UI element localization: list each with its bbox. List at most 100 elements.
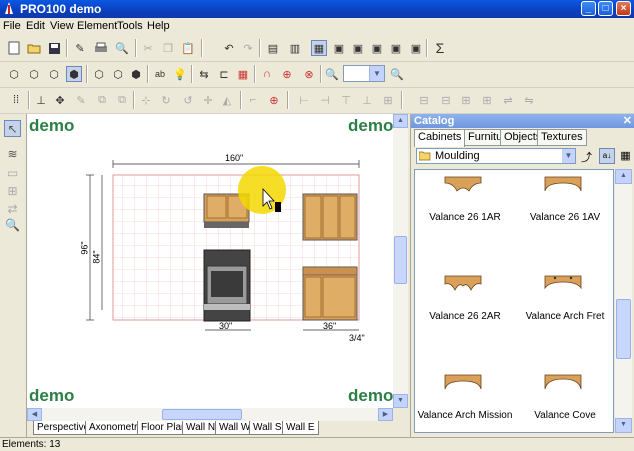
tab-textures[interactable]: Textures <box>537 129 587 146</box>
menu-tools[interactable]: Tools <box>117 20 143 32</box>
grid-icon[interactable]: ▦ <box>235 66 251 82</box>
redo-icon[interactable]: ↷ <box>240 40 256 56</box>
cube-1-icon[interactable]: ⬡ <box>6 66 22 82</box>
wall-icon[interactable]: ≋ <box>4 145 21 162</box>
light-bulb-icon[interactable]: 💡 <box>172 66 188 82</box>
mirror-icon[interactable]: ⊹ <box>138 92 154 108</box>
maximize-button[interactable]: □ <box>598 1 613 16</box>
view-horizontal-scrollbar[interactable]: ◀ ▶ <box>27 408 393 421</box>
scroll-left-icon[interactable]: ◀ <box>27 408 42 421</box>
distribute-h-icon[interactable]: ⊟ <box>416 92 432 108</box>
copy-icon[interactable]: ❐ <box>160 40 176 56</box>
texture-icon[interactable]: ab <box>152 66 168 82</box>
folder-select[interactable]: Moulding ▼ <box>416 148 576 164</box>
edit-icon[interactable]: ✎ <box>73 92 89 108</box>
menu-help[interactable]: Help <box>147 20 170 32</box>
distribute-v-icon[interactable]: ⊟ <box>438 92 454 108</box>
print-preview-icon[interactable]: 🔍 <box>114 40 130 56</box>
rectangle-icon[interactable]: ▭ <box>4 164 21 181</box>
minimize-button[interactable]: _ <box>581 1 596 16</box>
new-file-icon[interactable] <box>6 40 22 56</box>
scroll-down-icon[interactable]: ▼ <box>615 418 632 433</box>
align-top-icon[interactable]: ⊥ <box>359 92 375 108</box>
print-icon[interactable] <box>93 40 109 56</box>
crosshair-icon[interactable]: ⊕ <box>266 92 282 108</box>
cube-2-icon[interactable]: ⬡ <box>26 66 42 82</box>
layout-view-icon[interactable]: ▦ <box>311 40 327 56</box>
rotate-ccw-icon[interactable]: ↺ <box>180 92 196 108</box>
tab-wall-n[interactable]: Wall N <box>182 421 220 435</box>
space-v-icon[interactable]: ⊞ <box>479 92 495 108</box>
catalog-item[interactable]: Valance Arch Mission <box>415 368 515 432</box>
undo-icon[interactable]: ↶ <box>221 40 237 56</box>
ungroup-icon[interactable]: ⧉ <box>114 92 130 108</box>
scroll-down-icon[interactable]: ▼ <box>393 394 408 408</box>
corner-icon[interactable]: ⌐ <box>245 92 261 108</box>
view-vertical-scrollbar[interactable]: ▲ ▼ <box>393 114 408 408</box>
scroll-thumb[interactable] <box>394 236 407 284</box>
cut-icon[interactable]: ✂ <box>140 40 156 56</box>
catalog-item[interactable]: Valance 26 1AR <box>415 170 515 269</box>
move-cross-icon[interactable]: ✛ <box>200 92 216 108</box>
save-icon[interactable] <box>46 40 62 56</box>
space-h-icon[interactable]: ⊞ <box>458 92 474 108</box>
chevron-down-icon[interactable]: ▼ <box>562 149 575 163</box>
chevron-down-icon[interactable]: ▼ <box>369 66 384 81</box>
list-icon[interactable]: ▥ <box>287 40 303 56</box>
view-5-icon[interactable]: ▣ <box>388 40 404 56</box>
flip-icon[interactable]: ◭ <box>219 92 235 108</box>
magnet-icon[interactable]: ∩ <box>259 66 275 82</box>
align-bottom-icon[interactable]: ⊥ <box>33 92 49 108</box>
sum-icon[interactable]: Σ <box>432 40 448 56</box>
align-right-icon[interactable]: ⊤ <box>338 92 354 108</box>
properties-icon[interactable]: ▤ <box>265 40 281 56</box>
zoom-tool-icon[interactable]: 🔍 <box>4 216 21 233</box>
view-3-icon[interactable]: ▣ <box>350 40 366 56</box>
scroll-thumb[interactable] <box>616 299 631 359</box>
align-middle-icon[interactable]: ⊞ <box>380 92 396 108</box>
menu-element[interactable]: Element <box>77 20 117 32</box>
rotate-icon[interactable]: ↻ <box>158 92 174 108</box>
menu-view[interactable]: View <box>50 20 74 32</box>
sizing-icon[interactable]: ⊞ <box>4 182 21 199</box>
tab-wall-e[interactable]: Wall E <box>282 421 319 435</box>
catalog-item[interactable]: Valance Arch Fret <box>515 269 613 368</box>
align-left-icon[interactable]: ⊢ <box>296 92 312 108</box>
grid-view-icon[interactable]: ▦ <box>618 149 633 164</box>
sort-icon[interactable]: a↓ <box>599 148 615 164</box>
cube-7-icon[interactable]: ⬢ <box>128 66 144 82</box>
tab-cabinets[interactable]: Cabinets <box>414 129 466 147</box>
measure-icon[interactable]: ⇄ <box>4 200 21 217</box>
cube-4-icon[interactable]: ⬢ <box>66 66 82 82</box>
view-4-icon[interactable]: ▣ <box>369 40 385 56</box>
move-icon[interactable]: ✥ <box>52 92 68 108</box>
scroll-thumb[interactable] <box>162 409 242 420</box>
folder-up-icon[interactable]: ⤴ <box>579 149 594 164</box>
ruler-icon[interactable]: ⊏ <box>216 66 232 82</box>
floor-plan-view[interactable]: demo demo demo demo 160" 96" 84" 30" 36"… <box>27 114 393 408</box>
close-button[interactable]: × <box>616 1 631 16</box>
catalog-item[interactable]: Valance Cove <box>515 368 613 432</box>
scroll-up-icon[interactable]: ▲ <box>393 114 408 128</box>
cube-5-icon[interactable]: ⬡ <box>91 66 107 82</box>
zoom-out-icon[interactable]: 🔍 <box>389 66 405 82</box>
view-2-icon[interactable]: ▣ <box>331 40 347 56</box>
open-folder-icon[interactable] <box>26 40 42 56</box>
zoom-in-icon[interactable]: 🔍 <box>324 66 340 82</box>
join-icon[interactable]: ⇌ <box>500 92 516 108</box>
menu-edit[interactable]: Edit <box>26 20 45 32</box>
dimension-icon[interactable]: ⇆ <box>196 66 212 82</box>
zoom-select[interactable]: ▼ <box>343 65 385 82</box>
catalog-scrollbar[interactable]: ▲ ▼ <box>615 169 632 433</box>
target-icon[interactable]: ⊕ <box>279 66 295 82</box>
cube-3-icon[interactable]: ⬡ <box>46 66 62 82</box>
catalog-item[interactable]: Valance 26 2AR <box>415 269 515 368</box>
snap-icon[interactable]: ⊗ <box>301 66 317 82</box>
scroll-up-icon[interactable]: ▲ <box>615 169 632 184</box>
page-setup-icon[interactable]: ✎ <box>72 40 88 56</box>
catalog-close-icon[interactable]: ✕ <box>623 114 632 128</box>
paste-icon[interactable]: 📋 <box>180 40 196 56</box>
tab-wall-s[interactable]: Wall S <box>249 421 286 435</box>
catalog-item[interactable]: Valance 26 1AV <box>515 170 613 269</box>
group-icon[interactable]: ⧉ <box>94 92 110 108</box>
